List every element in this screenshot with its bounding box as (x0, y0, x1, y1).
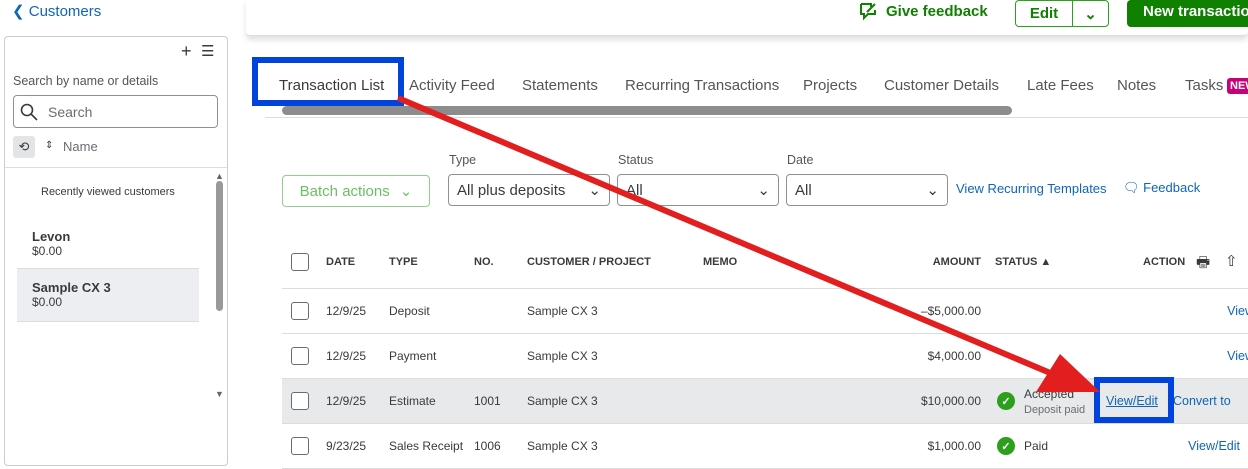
sort-icon[interactable]: ⇕ (45, 140, 53, 151)
tab-tasks[interactable]: Tasks (1185, 77, 1223, 94)
cell-amount: $10,000.00 (920, 394, 981, 408)
edit-dropdown-button[interactable]: ⌄ (1072, 0, 1109, 27)
view-link[interactable]: View (1227, 304, 1248, 318)
recent-label: Recently viewed customers (41, 186, 175, 198)
date-label: Date (787, 153, 814, 167)
feedback-icon: 🗨 (1123, 180, 1144, 195)
give-feedback-button[interactable]: Give feedback (858, 1, 988, 21)
type-label: Type (449, 153, 477, 167)
row-checkbox[interactable] (291, 347, 309, 365)
col-customer[interactable]: CUSTOMER / PROJECT (527, 256, 651, 268)
tab-customer-details[interactable]: Customer Details (884, 77, 999, 94)
status-label: Status (618, 153, 654, 167)
col-type[interactable]: TYPE (389, 256, 418, 268)
row-checkbox[interactable] (291, 437, 309, 455)
cell-status: Accepted (1024, 387, 1075, 401)
cell-date: 9/23/25 (326, 439, 367, 453)
col-action: ACTION (1143, 256, 1186, 268)
select-all-checkbox[interactable] (291, 253, 309, 271)
customer-item[interactable]: Levon $0.00 (17, 219, 199, 269)
feedback-icon (860, 3, 876, 21)
view-link[interactable]: View/Edit (1188, 439, 1240, 453)
search-label: Search by name or details (13, 74, 159, 88)
customer-sidebar: + ☰ Search by name or details Search ⟲ ⇕… (4, 36, 228, 466)
cell-customer: Sample CX 3 (527, 349, 598, 363)
cell-amount: $4,000.00 (927, 349, 981, 363)
cell-type: Sales Receipt (389, 439, 464, 453)
cell-amount: $1,000.00 (927, 439, 981, 453)
tabs-scrollbar[interactable] (265, 104, 1248, 118)
cell-type: Deposit (389, 304, 430, 318)
cell-date: 12/9/25 (326, 349, 367, 363)
new-transaction-button[interactable]: New transaction (1127, 0, 1248, 27)
cell-no: 1006 (474, 439, 501, 453)
col-amount[interactable]: AMOUNT (900, 256, 981, 268)
tab-statements[interactable]: Statements (522, 77, 598, 94)
check-circle-icon: ✓ (997, 437, 1015, 455)
cell-type: Estimate (389, 394, 436, 408)
date-select[interactable]: All ⌄ (786, 174, 948, 206)
cell-customer: Sample CX 3 (527, 304, 598, 318)
table-row[interactable]: 9/23/25 Sales Receipt 1006 Sample CX 3 $… (282, 424, 1248, 469)
chevron-down-icon: ⌄ (399, 183, 413, 200)
cell-status-sub: Deposit paid (1024, 404, 1086, 416)
convert-to-link[interactable]: Convert to (1173, 394, 1231, 408)
col-date[interactable]: DATE (326, 256, 355, 268)
cell-date: 12/9/25 (326, 304, 367, 318)
print-icon[interactable]: 🖶 (1196, 252, 1210, 277)
cell-type: Payment (389, 349, 437, 363)
view-edit-link[interactable]: View/Edit (1106, 394, 1158, 408)
check-circle-icon: ✓ (997, 392, 1015, 410)
back-to-customers-link[interactable]: ❮ Customers (12, 2, 101, 20)
cell-amount: –$5,000.00 (920, 304, 981, 318)
chevron-down-icon: ⌄ (1084, 5, 1097, 23)
row-checkbox[interactable] (291, 302, 309, 320)
export-icon[interactable]: ⇧ (1225, 252, 1238, 270)
tab-late-fees[interactable]: Late Fees (1027, 77, 1094, 94)
sidebar-scrollbar[interactable]: ▲ ▼ (215, 171, 225, 407)
view-recurring-templates-link[interactable]: View Recurring Templates (956, 181, 1107, 196)
add-icon[interactable]: + (181, 41, 192, 62)
chevron-down-icon: ⌄ (757, 182, 770, 199)
feedback-link[interactable]: 🗨 Feedback (1123, 180, 1200, 196)
search-icon (20, 103, 38, 121)
cell-customer: Sample CX 3 (527, 439, 598, 453)
sort-name-label[interactable]: Name (63, 139, 98, 154)
col-status[interactable]: STATUS ▲ (995, 256, 1051, 268)
table-row[interactable]: 12/9/25 Deposit Sample CX 3 –$5,000.00 Vi… (282, 289, 1248, 334)
cell-no: 1001 (474, 394, 501, 408)
tab-activity-feed[interactable]: Activity Feed (409, 77, 495, 94)
type-select[interactable]: All plus deposits ⌄ (448, 174, 610, 206)
cell-status: Paid (1024, 439, 1049, 453)
status-select[interactable]: All ⌄ (617, 174, 779, 206)
customer-item-selected[interactable]: Sample CX 3 $0.00 (17, 269, 199, 322)
new-badge: NEW (1227, 78, 1248, 94)
tab-notes[interactable]: Notes (1117, 77, 1156, 94)
edit-button[interactable]: Edit (1015, 0, 1073, 27)
table-row[interactable]: 12/9/25 Estimate 1001 Sample CX 3 $10,00… (282, 379, 1248, 424)
tab-recurring[interactable]: Recurring Transactions (625, 77, 779, 94)
view-link[interactable]: View (1227, 349, 1248, 363)
cell-date: 12/9/25 (326, 394, 367, 408)
cell-customer: Sample CX 3 (527, 394, 598, 408)
search-input[interactable]: Search (13, 95, 218, 128)
table-row[interactable]: 12/9/25 Payment Sample CX 3 $4,000.00 Vie… (282, 334, 1248, 379)
batch-actions-button[interactable]: Batch actions ⌄ (282, 175, 430, 207)
list-menu-icon[interactable]: ☰ (201, 42, 214, 60)
chevron-down-icon: ⌄ (926, 182, 939, 199)
chevron-left-icon: ❮ (12, 3, 29, 20)
col-memo[interactable]: MEMO (703, 256, 737, 268)
row-checkbox[interactable] (291, 392, 309, 410)
tab-projects[interactable]: Projects (803, 77, 857, 94)
col-no[interactable]: NO. (474, 256, 494, 268)
chevron-down-icon: ⌄ (588, 182, 601, 199)
recent-history-icon[interactable]: ⟲ (13, 136, 35, 158)
tab-transaction-list[interactable]: Transaction List (279, 77, 384, 94)
